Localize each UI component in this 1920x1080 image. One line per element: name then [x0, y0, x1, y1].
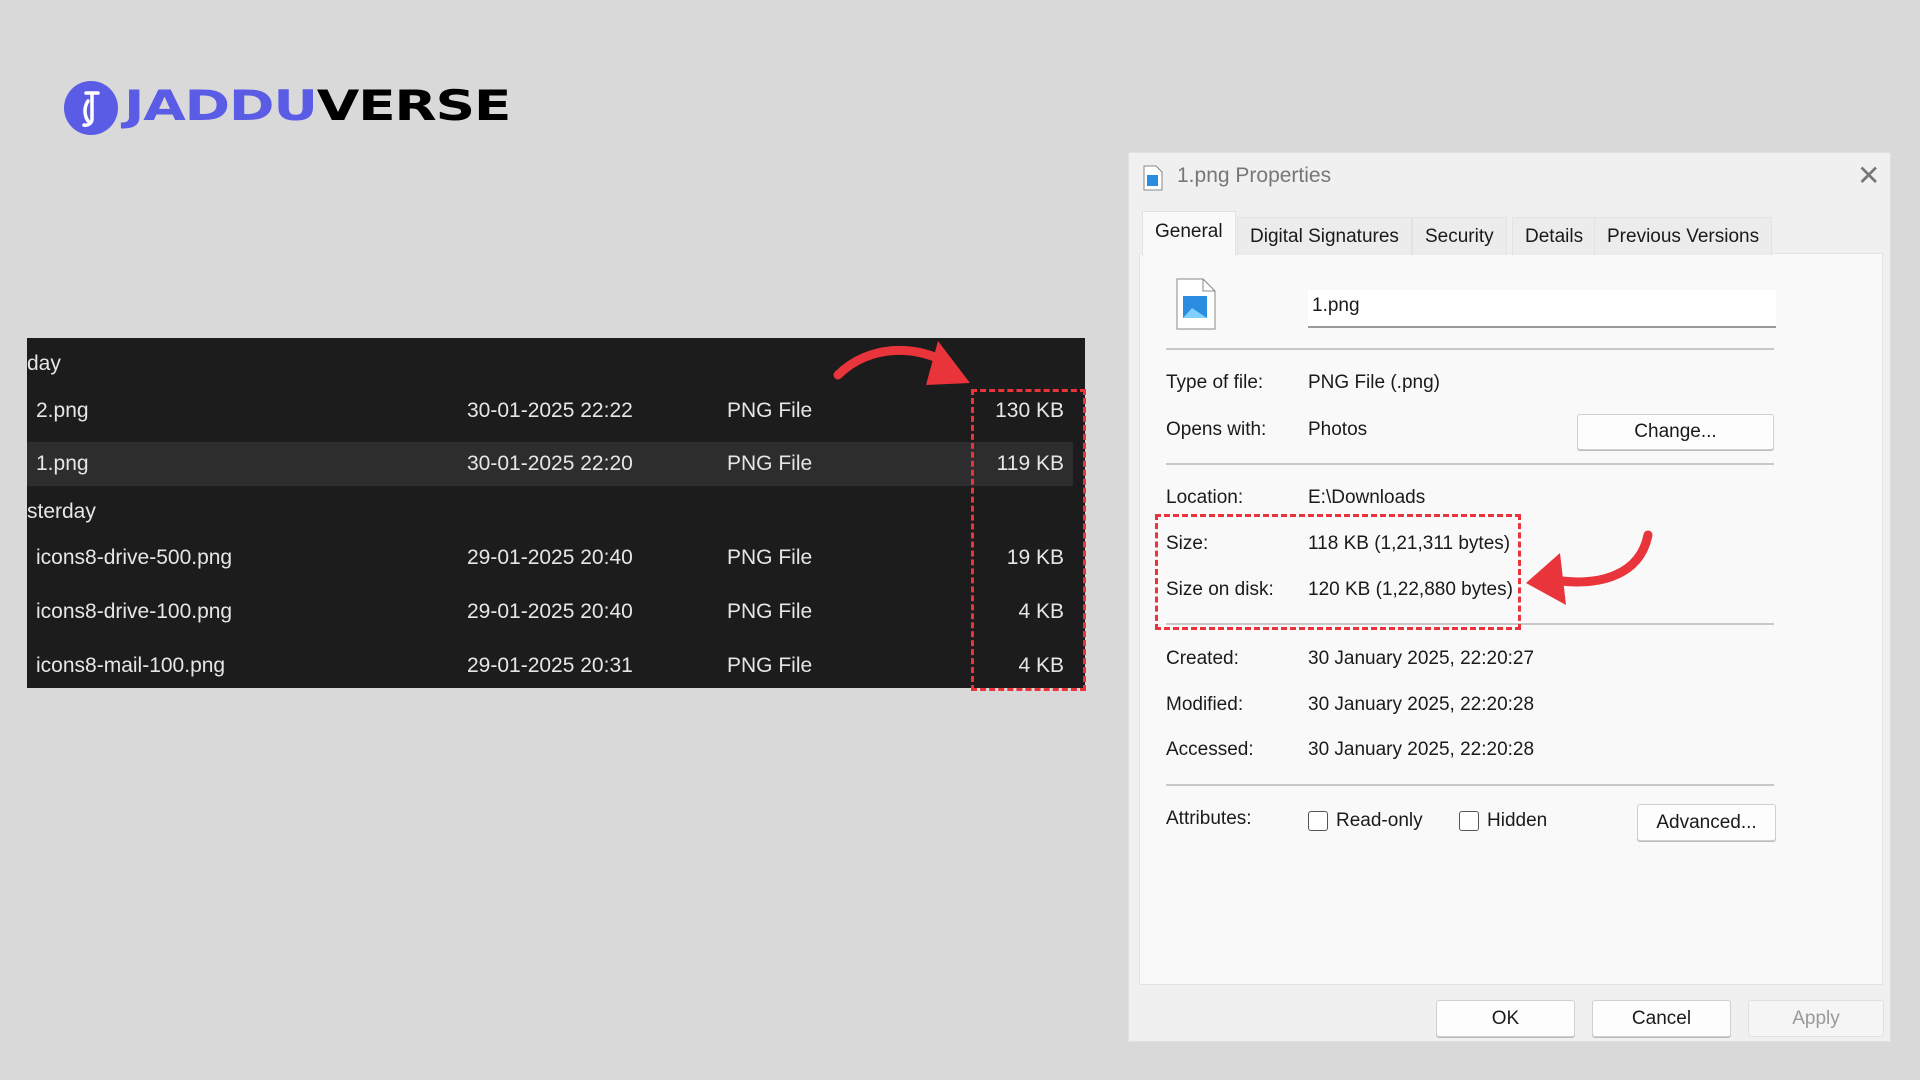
divider	[1166, 348, 1774, 350]
divider	[1166, 784, 1774, 786]
location-value: E:\Downloads	[1308, 487, 1426, 508]
accessed-value: 30 January 2025, 22:20:28	[1308, 739, 1535, 760]
tab-security[interactable]: Security	[1412, 217, 1507, 255]
change-button[interactable]: Change...	[1577, 414, 1774, 450]
arrow-annotation-icon	[1526, 530, 1653, 605]
readonly-label[interactable]: Read-only	[1336, 810, 1423, 832]
file-row[interactable]: icons8-drive-500.png 29-01-2025 20:40 PN…	[27, 536, 1073, 580]
file-row[interactable]: 2.png 30-01-2025 22:22 PNG File 130 KB	[27, 389, 1073, 433]
type-label: Type of file:	[1166, 372, 1264, 393]
hidden-label[interactable]: Hidden	[1487, 810, 1547, 832]
size-fields-highlight	[1155, 514, 1521, 630]
modified-value: 30 January 2025, 22:20:28	[1308, 694, 1535, 715]
arrow-annotation-icon	[833, 341, 970, 385]
created-value: 30 January 2025, 22:20:27	[1308, 648, 1535, 669]
file-name-input[interactable]: 1.png	[1308, 290, 1776, 328]
dialog-title: 1.png Properties	[1177, 164, 1332, 187]
group-header: sterday	[27, 500, 96, 523]
close-icon[interactable]: ✕	[1857, 159, 1880, 192]
advanced-button[interactable]: Advanced...	[1637, 804, 1776, 841]
group-header: day	[27, 352, 61, 375]
file-row[interactable]: icons8-mail-100.png 29-01-2025 20:31 PNG…	[27, 644, 1073, 688]
cancel-button[interactable]: Cancel	[1592, 1000, 1731, 1037]
opens-label: Opens with:	[1166, 419, 1267, 440]
tab-digital-signatures[interactable]: Digital Signatures	[1237, 217, 1412, 255]
ok-button[interactable]: OK	[1436, 1000, 1575, 1037]
file-image-icon	[1176, 278, 1216, 330]
readonly-checkbox[interactable]	[1308, 811, 1328, 831]
tab-general[interactable]: General	[1142, 211, 1236, 256]
opens-value: Photos	[1308, 419, 1368, 440]
logo-icon	[64, 81, 118, 135]
size-column-highlight	[971, 389, 1086, 691]
accessed-label: Accessed:	[1166, 739, 1254, 760]
logo: JADDUVERSE	[124, 82, 511, 131]
file-row[interactable]: icons8-drive-100.png 29-01-2025 20:40 PN…	[27, 590, 1073, 634]
location-label: Location:	[1166, 487, 1244, 508]
hidden-checkbox[interactable]	[1459, 811, 1479, 831]
tab-previous-versions[interactable]: Previous Versions	[1594, 217, 1773, 255]
created-label: Created:	[1166, 648, 1239, 669]
type-value: PNG File (.png)	[1308, 372, 1440, 393]
apply-button[interactable]: Apply	[1748, 1000, 1884, 1037]
attributes-label: Attributes:	[1166, 808, 1252, 829]
file-row-selected[interactable]: 1.png 30-01-2025 22:20 PNG File 119 KB	[27, 442, 1073, 486]
divider	[1166, 463, 1774, 465]
tab-details[interactable]: Details	[1512, 217, 1597, 255]
file-image-icon	[1143, 165, 1163, 191]
modified-label: Modified:	[1166, 694, 1244, 715]
